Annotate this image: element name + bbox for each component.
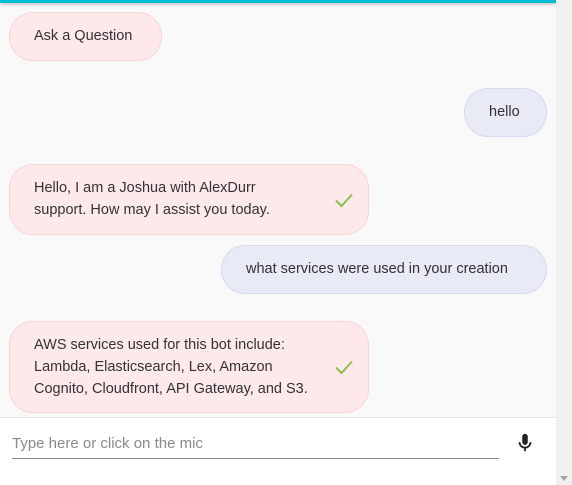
user-message: what services were used in your creation — [221, 245, 547, 294]
scrollbar[interactable] — [556, 0, 572, 485]
bot-message: AWS services used for this bot include: … — [9, 321, 369, 413]
toolbar-accent-bar — [0, 0, 556, 3]
bot-message: Ask a Question — [9, 12, 162, 61]
check-icon — [335, 193, 353, 207]
message-text: what services were used in your creation — [246, 261, 508, 277]
check-icon — [335, 360, 353, 375]
bot-message: Hello, I am a Joshua with AlexDurr suppo… — [9, 164, 369, 235]
microphone-icon[interactable] — [514, 432, 536, 454]
message-input-bar — [0, 417, 556, 485]
message-text: Ask a Question — [34, 28, 133, 44]
user-message: hello — [464, 88, 547, 137]
message-text: Hello, I am a Joshua with AlexDurr suppo… — [34, 180, 270, 218]
scroll-down-arrow-icon[interactable] — [560, 476, 568, 481]
message-input[interactable] — [12, 428, 499, 459]
chat-transcript: Ask a Question hello Hello, I am a Joshu… — [0, 0, 556, 417]
message-text: hello — [489, 104, 520, 120]
message-text: AWS services used for this bot include: … — [34, 337, 308, 397]
